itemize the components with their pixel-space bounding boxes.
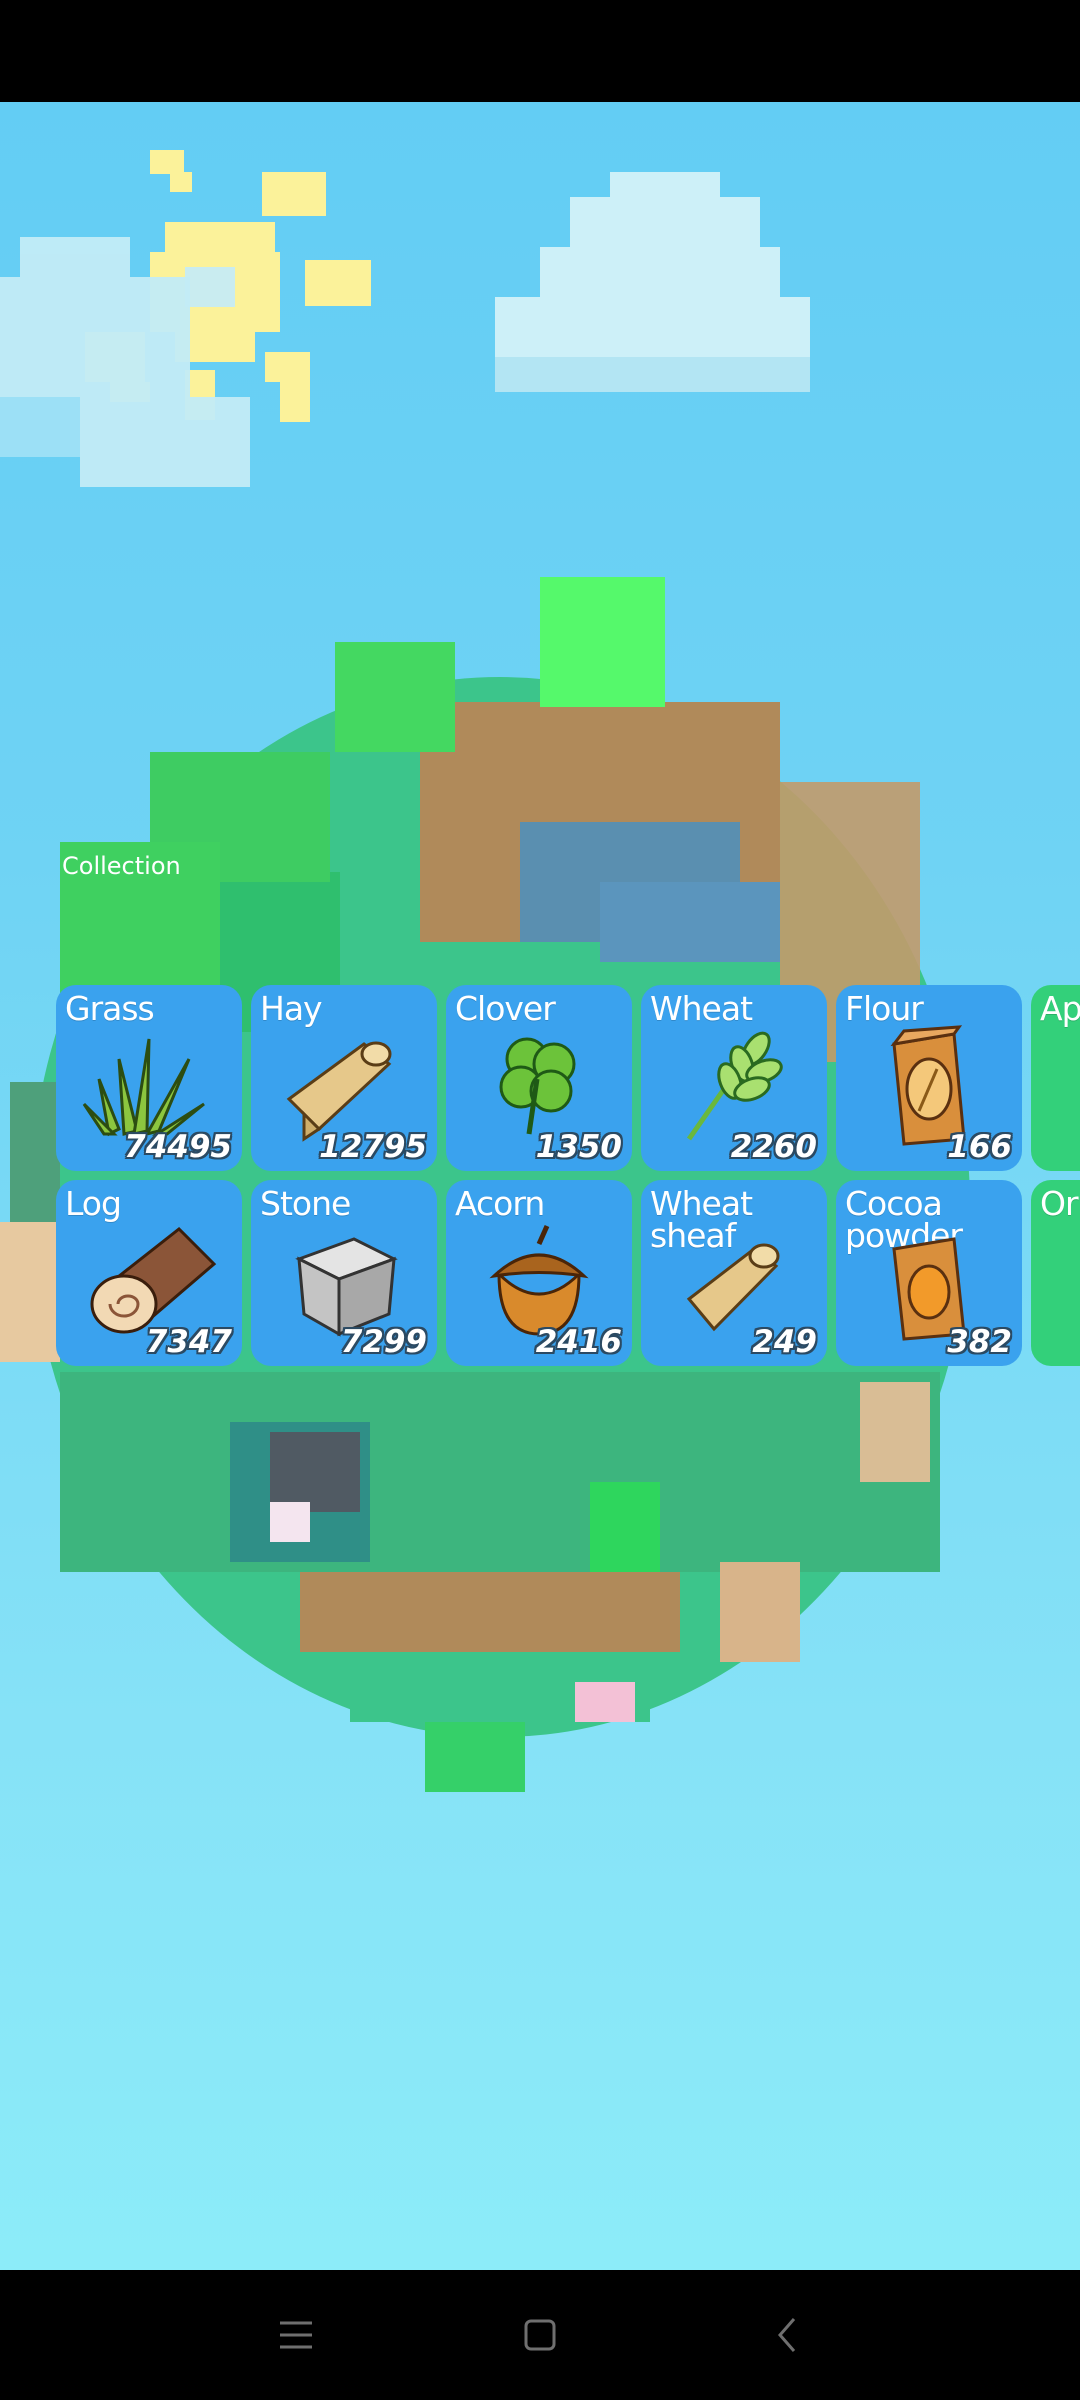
- item-count: 166: [947, 1129, 1012, 1165]
- item-count: 2260: [730, 1129, 817, 1165]
- collection-item-hay[interactable]: Hay 12795: [251, 985, 437, 1171]
- collection-item-flour[interactable]: Flour 166: [836, 985, 1022, 1171]
- collection-item-log[interactable]: Log 7347: [56, 1180, 242, 1366]
- item-count: 382: [947, 1324, 1012, 1360]
- cloud-right: [495, 172, 810, 392]
- collection-item-clover[interactable]: Clover 1350: [446, 985, 632, 1171]
- collection-item-apple[interactable]: Ap: [1031, 985, 1080, 1171]
- collection-item-acorn[interactable]: Acorn 2416: [446, 1180, 632, 1366]
- item-count: 1350: [535, 1129, 622, 1165]
- collection-label: Collection: [62, 852, 181, 880]
- collection-item-wheat-sheaf[interactable]: Wheat sheaf 249: [641, 1180, 827, 1366]
- collection-item-grass[interactable]: Grass 74495: [56, 985, 242, 1171]
- status-bar: [0, 0, 1080, 102]
- home-icon[interactable]: [510, 2305, 570, 2365]
- item-count: 249: [752, 1324, 817, 1360]
- menu-icon[interactable]: [266, 2305, 326, 2365]
- apple-icon: [1054, 1019, 1080, 1149]
- collection-item-orange[interactable]: Or: [1031, 1180, 1080, 1366]
- collection-item-cocoa-powder[interactable]: Cocoa powder 382: [836, 1180, 1022, 1366]
- system-nav-bar: [0, 2270, 1080, 2400]
- item-count: 7347: [145, 1324, 232, 1360]
- collection-item-wheat[interactable]: Wheat 2260: [641, 985, 827, 1171]
- item-count: 2416: [535, 1324, 622, 1360]
- collection-grid[interactable]: Grass 74495 Hay 12795 Clover 1350 Wheat …: [56, 985, 1080, 1370]
- collection-item-stone[interactable]: Stone 7299: [251, 1180, 437, 1366]
- item-count: 74495: [124, 1129, 232, 1165]
- item-count: 7299: [340, 1324, 427, 1360]
- item-count: 12795: [319, 1129, 427, 1165]
- back-icon[interactable]: [758, 2305, 818, 2365]
- orange-icon: [1054, 1214, 1080, 1344]
